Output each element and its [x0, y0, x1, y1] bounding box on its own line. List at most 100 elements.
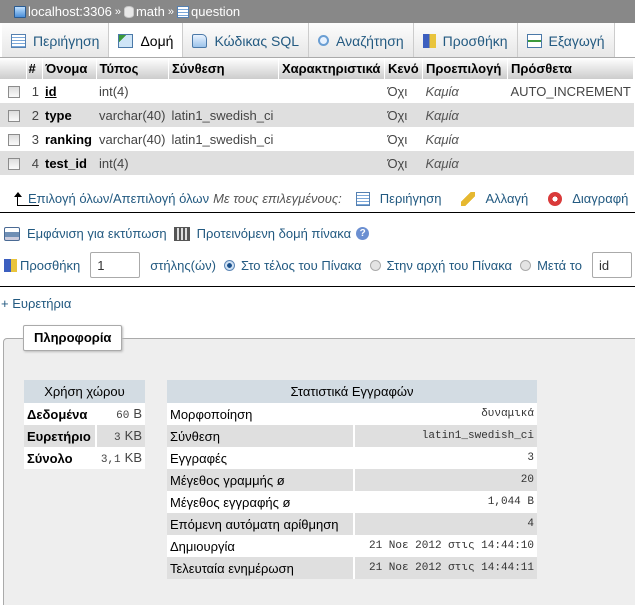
tab-label: Περιήγηση — [33, 32, 100, 49]
columns-label: στήλης(ών) — [150, 257, 216, 273]
action-label: Αλλαγή — [485, 191, 529, 206]
table-row: Ευρετήριο 3 KB — [24, 425, 145, 447]
usage-value-cell: 3,1 KB — [97, 447, 145, 469]
check-all-link[interactable]: Επιλογή όλων — [28, 191, 109, 206]
delete-icon — [548, 191, 563, 206]
drop-selected-button[interactable]: Διαγραφή — [548, 191, 628, 206]
column-count-input[interactable] — [90, 252, 141, 278]
propose-structure-icon — [173, 226, 190, 241]
column-header-extra[interactable]: Πρόσθετα — [507, 58, 635, 79]
change-selected-button[interactable]: Αλλαγή — [461, 191, 528, 206]
after-column-label: Μετά το — [537, 257, 582, 273]
at-end-radio[interactable] — [223, 259, 235, 271]
after-column-select[interactable] — [591, 252, 632, 278]
column-header-number: # — [26, 58, 43, 79]
usage-label: Ευρετήριο — [24, 425, 98, 447]
column-name: ranking — [42, 127, 96, 151]
column-type: varchar(40) — [96, 103, 169, 127]
browse-selected-button[interactable]: Περιήγηση — [355, 191, 441, 206]
information-legend: Πληροφορία — [23, 325, 123, 351]
usage-value: 3,1 — [100, 454, 121, 466]
column-header-attributes[interactable]: Χαρακτηριστικά — [278, 58, 385, 79]
breadcrumb-database[interactable]: math — [136, 4, 165, 19]
column-header-type[interactable]: Τύπος — [96, 58, 169, 79]
stat-label: Επόμενη αυτόματη αρίθμηση — [167, 513, 355, 535]
structure-icon — [118, 33, 134, 48]
stat-label: Μέγεθος γραμμής ø — [167, 469, 355, 491]
column-header-name[interactable]: Όνομα — [42, 58, 97, 79]
tab-search[interactable]: Αναζήτηση — [309, 23, 414, 57]
table-icon — [177, 5, 189, 18]
column-null: Όχι — [384, 79, 423, 103]
print-icon — [4, 226, 20, 241]
stat-value: 21 Νοε 2012 στις 14:44:10 — [354, 535, 537, 557]
indexes-toggle-link[interactable]: + Ευρετήρια — [1, 296, 71, 311]
table-row: Εγγραφές 3 — [167, 447, 537, 469]
tab-label: Κώδικας SQL — [214, 32, 300, 49]
tab-structure[interactable]: Δομή — [109, 23, 184, 57]
column-name: test_id — [42, 151, 96, 175]
breadcrumb-server[interactable]: localhost:3306 — [28, 4, 112, 19]
row-statistics-table: Στατιστικά Εγγραφών Μορφοποίηση δυναμικά … — [167, 380, 537, 579]
uncheck-all-link[interactable]: Απεπιλογή όλων — [113, 191, 209, 206]
column-name: id — [42, 79, 96, 103]
at-beginning-radio[interactable] — [369, 259, 381, 271]
help-icon[interactable]: ? — [356, 227, 370, 240]
row-statistics-title: Στατιστικά Εγγραφών — [167, 380, 537, 403]
row-checkbox-cell — [0, 151, 26, 175]
structure-table: # Όνομα Τύπος Σύνθεση Χαρακτηριστικά Κεν… — [0, 58, 635, 175]
tab-sql[interactable]: Κώδικας SQL — [183, 23, 310, 57]
row-checkbox[interactable] — [8, 110, 20, 123]
tab-label: Εξαγωγή — [548, 32, 605, 49]
usage-value: 60 — [116, 410, 130, 422]
column-header-select — [0, 58, 27, 79]
breadcrumb-table[interactable]: question — [191, 4, 240, 19]
sql-icon — [192, 33, 208, 48]
divider — [0, 286, 635, 287]
column-name: type — [42, 103, 96, 127]
usage-unit: KB — [124, 450, 142, 465]
stat-label: Μορφοποίηση — [167, 403, 355, 425]
row-number: 1 — [26, 79, 42, 103]
column-header-collation[interactable]: Σύνθεση — [168, 58, 279, 79]
usage-value-cell: 60 B — [97, 403, 145, 425]
row-checkbox[interactable] — [8, 158, 20, 171]
propose-structure-link[interactable]: Προτεινόμενη δομή πίνακα — [197, 226, 352, 241]
insert-column-icon — [4, 258, 17, 272]
tab-label: Δομή — [140, 32, 174, 49]
space-usage-table: Χρήση χώρου Δεδομένα 60 B Ευρετήριο 3 KB Σ… — [24, 380, 145, 469]
column-extra — [507, 103, 634, 127]
table-row: Μορφοποίηση δυναμικά — [167, 403, 537, 425]
usage-value-cell: 3 KB — [97, 425, 145, 447]
tab-export[interactable]: Εξαγωγή — [517, 23, 615, 57]
column-attributes — [278, 127, 385, 151]
usage-value: 3 — [114, 432, 121, 444]
row-number: 2 — [26, 103, 42, 127]
row-number: 4 — [26, 151, 42, 175]
row-checkbox[interactable] — [8, 134, 20, 147]
print-view-link[interactable]: Εμφάνιση για εκτύπωση — [27, 226, 167, 241]
column-header-default[interactable]: Προεπιλογή — [422, 58, 508, 79]
column-collation — [168, 151, 279, 175]
breadcrumb-separator: » — [167, 5, 174, 18]
tab-browse[interactable]: Περιήγηση — [2, 23, 110, 57]
stat-label: Μέγεθος εγγραφής ø — [167, 491, 355, 513]
search-icon — [318, 35, 330, 46]
tab-insert[interactable]: Προσθήκη — [413, 23, 518, 57]
print-toolbar: Εμφάνιση για εκτύπωση Προτεινόμενη δομή … — [4, 226, 370, 241]
with-selected-label: Με τους επιλεγμένους: — [213, 191, 342, 206]
row-checkbox[interactable] — [8, 86, 20, 99]
table-row: Μέγεθος εγγραφής ø 1,044 B — [167, 491, 537, 513]
stat-label: Δημιουργία — [167, 535, 355, 557]
column-extra — [507, 151, 634, 175]
breadcrumb: localhost:3306 » math » question — [0, 0, 635, 23]
column-header-null[interactable]: Κενό — [384, 58, 423, 79]
after-column-radio[interactable] — [520, 259, 532, 271]
pencil-icon — [461, 191, 476, 206]
table-row: 2 type varchar(40) latin1_swedish_ci Όχι… — [0, 103, 634, 127]
column-default: Καμία — [422, 127, 508, 151]
stat-value: 1,044 B — [354, 491, 537, 513]
column-attributes — [278, 151, 385, 175]
tab-bar: Περιήγηση Δομή Κώδικας SQL Αναζήτηση Προ… — [0, 23, 635, 58]
column-null: Όχι — [384, 103, 423, 127]
